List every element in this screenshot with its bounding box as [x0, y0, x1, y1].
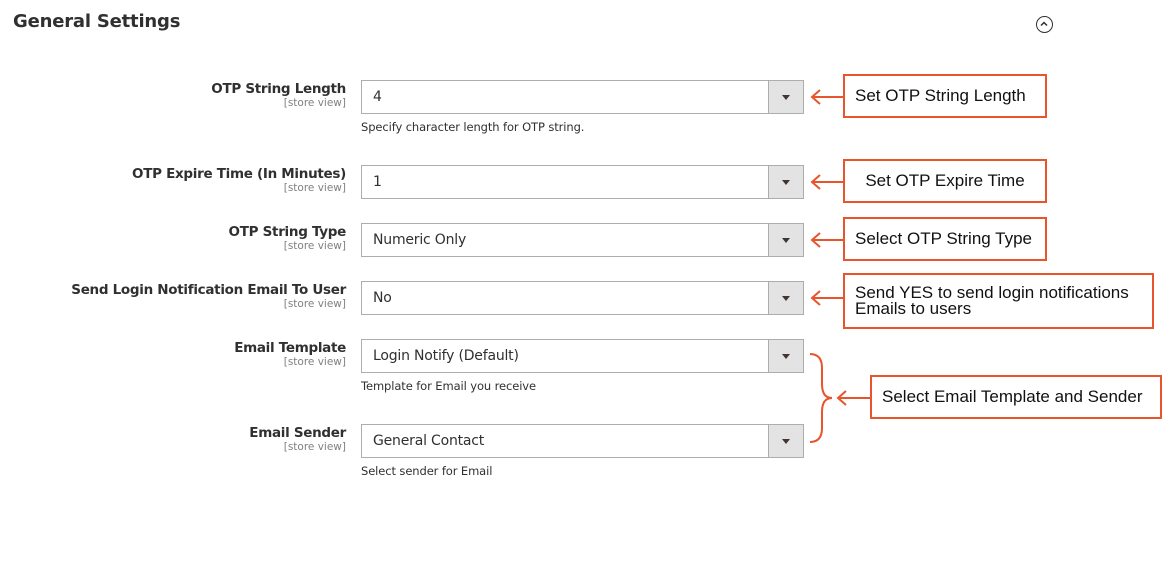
callout-otp-expire-time: Set OTP Expire Time	[843, 159, 1047, 203]
callout-email-template-sender: Select Email Template and Sender	[870, 375, 1162, 419]
callout-otp-string-type: Select OTP String Type	[843, 217, 1047, 261]
callout-text: Select OTP String Type	[855, 229, 1033, 248]
callout-text-line2: Emails to users	[855, 299, 972, 318]
callout-text: Select Email Template and Sender	[882, 387, 1143, 406]
callout-send-login-notification: Send YES to send login notifications Ema…	[843, 273, 1154, 329]
callout-text: Set OTP Expire Time	[865, 171, 1025, 190]
callout-otp-string-length: Set OTP String Length	[843, 74, 1047, 118]
callout-text: Set OTP String Length	[855, 86, 1026, 105]
